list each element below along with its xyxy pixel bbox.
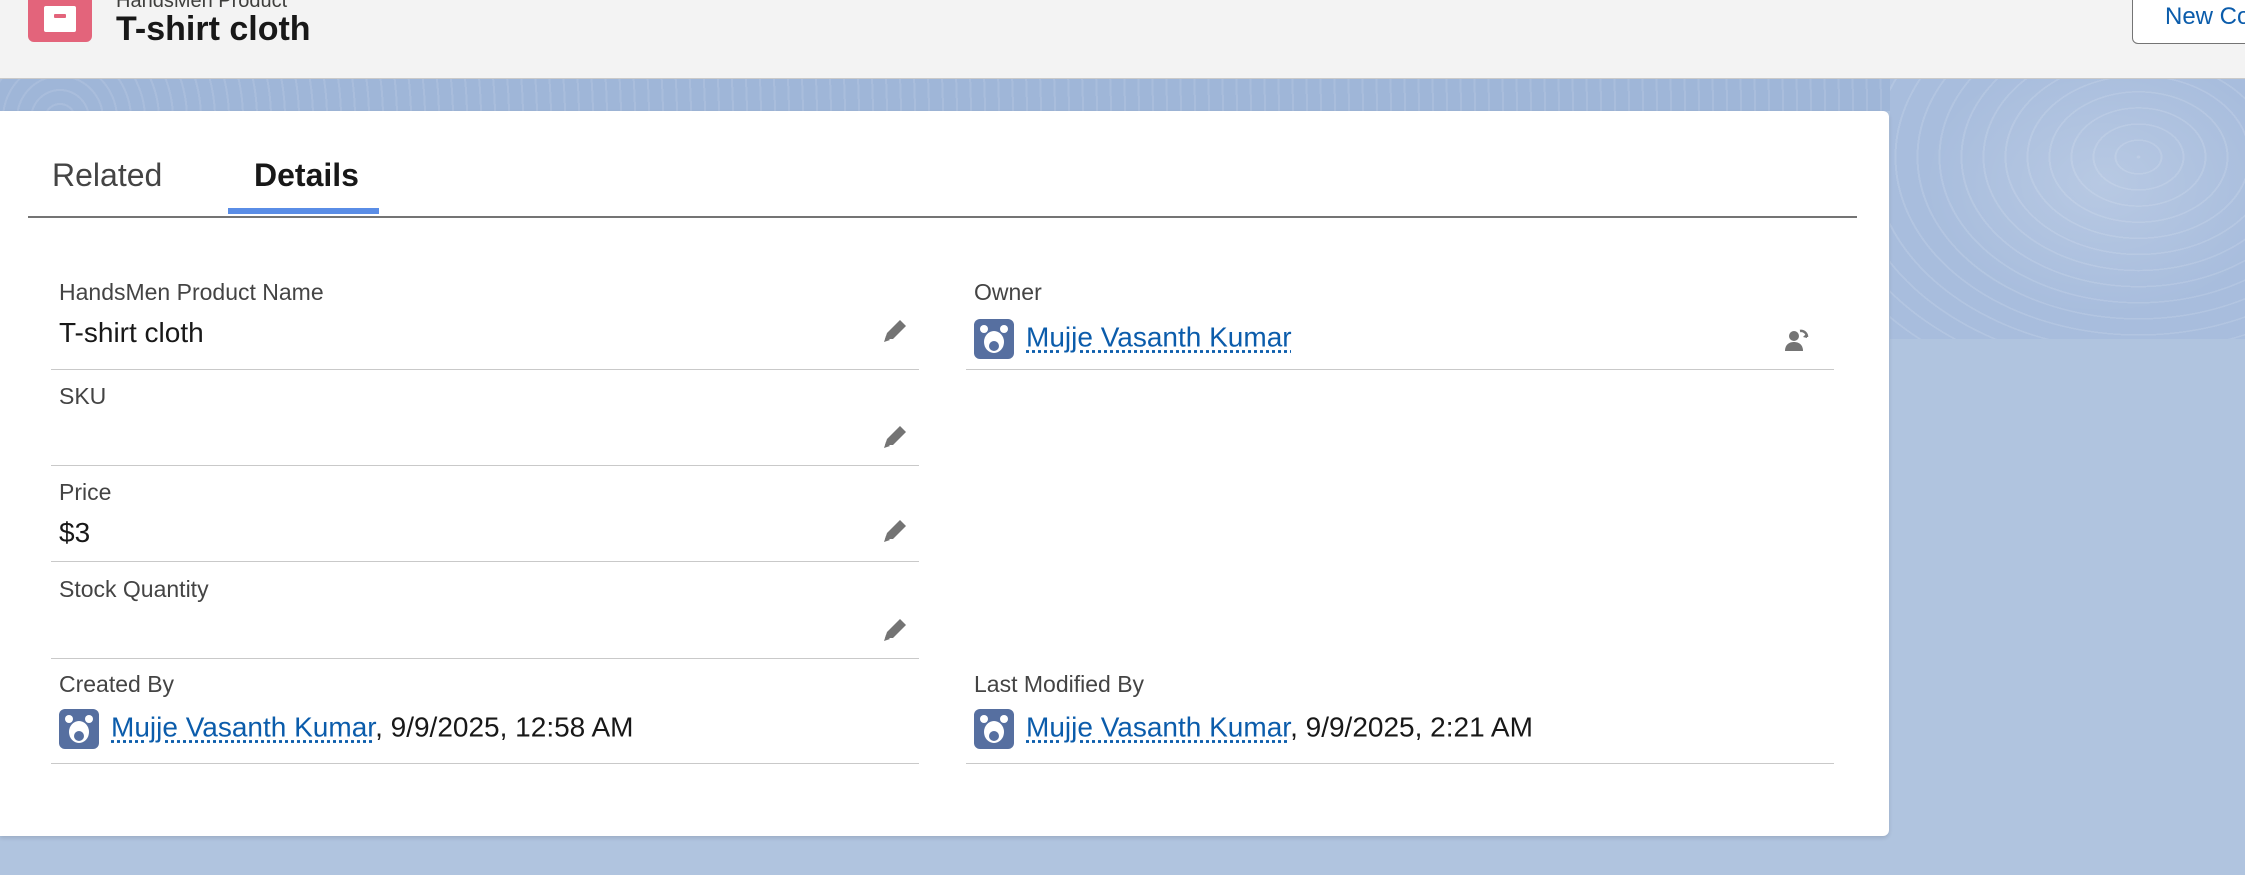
owner-user-link[interactable]: Mujje Vasanth Kumar	[1026, 321, 1292, 352]
edit-pencil-icon[interactable]	[879, 315, 911, 347]
product-box-icon	[28, 0, 92, 42]
field-label: Stock Quantity	[59, 576, 209, 603]
tab-related[interactable]: Related	[52, 157, 162, 194]
edit-pencil-icon[interactable]	[879, 614, 911, 646]
record-header: HandsMen Product T-shirt cloth New Co	[0, 0, 2245, 79]
edit-pencil-icon[interactable]	[879, 421, 911, 453]
field-stock-quantity: Stock Quantity	[51, 576, 919, 659]
field-last-modified-by: Last Modified By Mujje Vasanth Kumar, 9/…	[966, 671, 1834, 764]
user-avatar-icon	[974, 319, 1014, 359]
created-by-user-link[interactable]: Mujje Vasanth Kumar	[111, 711, 375, 742]
last-modified-by-value: Mujje Vasanth Kumar, 9/9/2025, 2:21 AM	[974, 709, 1533, 749]
field-label: HandsMen Product Name	[59, 279, 324, 306]
field-label: Owner	[974, 279, 1042, 306]
field-created-by: Created By Mujje Vasanth Kumar, 9/9/2025…	[51, 671, 919, 764]
last-modified-date: , 9/9/2025, 2:21 AM	[1290, 711, 1533, 742]
tab-details[interactable]: Details	[254, 157, 359, 194]
field-value: $3	[59, 517, 90, 549]
record-tabs: Related Details	[28, 111, 1857, 218]
page-title: T-shirt cloth	[116, 10, 311, 49]
change-owner-icon[interactable]	[1782, 327, 1810, 355]
created-date: , 9/9/2025, 12:58 AM	[375, 711, 633, 742]
active-tab-indicator	[228, 208, 379, 214]
field-sku: SKU	[51, 383, 919, 466]
details-card: Related Details HandsMen Product Name T-…	[0, 111, 1889, 836]
owner-value: Mujje Vasanth Kumar	[974, 319, 1292, 359]
created-by-value: Mujje Vasanth Kumar, 9/9/2025, 12:58 AM	[59, 709, 633, 749]
field-label: Last Modified By	[974, 671, 1144, 698]
field-value: T-shirt cloth	[59, 317, 204, 349]
field-price: Price $3	[51, 479, 919, 562]
new-contact-button[interactable]: New Co	[2132, 0, 2245, 44]
field-owner: Owner Mujje Vasanth Kumar	[966, 279, 1834, 370]
edit-pencil-icon[interactable]	[879, 515, 911, 547]
last-modified-by-user-link[interactable]: Mujje Vasanth Kumar	[1026, 711, 1290, 742]
field-label: Created By	[59, 671, 174, 698]
decorative-background	[1890, 79, 2245, 339]
field-label: Price	[59, 479, 111, 506]
field-label: SKU	[59, 383, 106, 410]
field-product-name: HandsMen Product Name T-shirt cloth	[51, 279, 919, 370]
user-avatar-icon	[59, 709, 99, 749]
user-avatar-icon	[974, 709, 1014, 749]
